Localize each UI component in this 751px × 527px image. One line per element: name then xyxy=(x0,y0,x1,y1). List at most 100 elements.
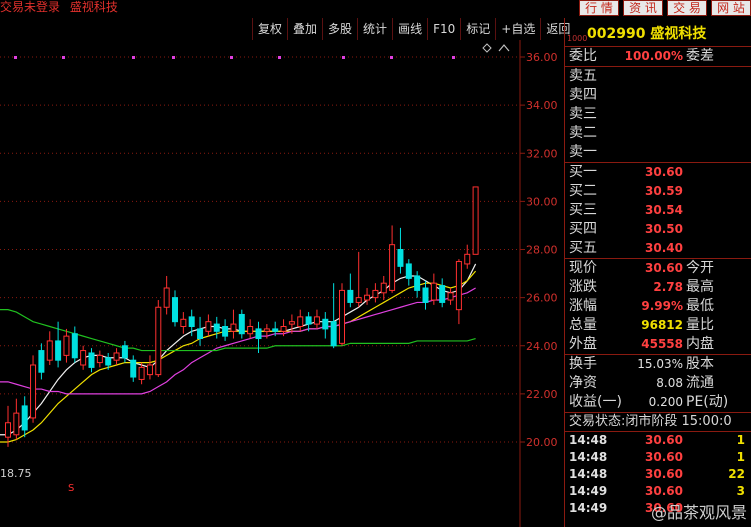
candle xyxy=(380,275,387,301)
sell-label: 卖五 xyxy=(569,68,597,84)
signal-dot xyxy=(342,56,345,59)
candle xyxy=(414,271,421,298)
candle xyxy=(422,280,429,310)
candle xyxy=(197,316,204,346)
buy-price: 30.60 xyxy=(645,165,683,179)
candle xyxy=(230,309,237,339)
tick-price: 30.60 xyxy=(645,433,683,447)
candle xyxy=(447,288,454,305)
candle xyxy=(38,343,45,380)
overlay-button[interactable]: 叠加 xyxy=(287,18,322,40)
stock-code-name[interactable]: 002990 盛视科技 xyxy=(587,23,706,43)
f10-button[interactable]: F10 xyxy=(427,18,460,40)
candle xyxy=(330,283,337,349)
candle xyxy=(372,283,379,303)
stat-label: 总量 xyxy=(569,317,597,333)
sell-row: 卖三 xyxy=(565,105,751,124)
y-tick-label: 20.00 xyxy=(526,436,558,449)
draw-line-button[interactable]: 画线 xyxy=(392,18,427,40)
signal-dot xyxy=(14,56,17,59)
stat-label: 涨跌 xyxy=(569,279,597,295)
y-tick-label: 36.00 xyxy=(526,51,558,64)
signal-dot xyxy=(172,56,175,59)
stat-row: 涨幅 9.99% 最低 xyxy=(565,297,751,316)
multi-stock-button[interactable]: 多股 xyxy=(322,18,357,40)
stock-name-title: 盛视科技 xyxy=(69,0,118,14)
candle xyxy=(113,348,120,365)
window-title: 交易未登录 盛视科技 xyxy=(0,0,124,15)
fund-label2: 股本 xyxy=(686,356,714,372)
buy-row: 买五 30.40 xyxy=(565,239,751,258)
candle xyxy=(21,396,28,438)
weibi-row: 委比 100.00% 委差 xyxy=(565,47,751,66)
candle xyxy=(313,309,320,329)
watermark: @品茶观风景 xyxy=(650,503,747,522)
candle xyxy=(13,398,20,440)
signal-marker: S xyxy=(68,483,74,494)
nav-news-button[interactable]: 资 讯 xyxy=(623,0,663,16)
fund-label2: 流通 xyxy=(686,375,714,391)
market-mark: 1000 xyxy=(567,34,588,43)
title-bar: 交易未登录 盛视科技 行 情 资 讯 交 易 网 站 xyxy=(0,0,751,17)
fund-value: 15.03% xyxy=(637,357,683,371)
candle xyxy=(322,312,329,339)
statistics-button[interactable]: 统计 xyxy=(357,18,392,40)
stat-row: 外盘 45558 内盘 xyxy=(565,335,751,354)
kline-chart[interactable]: 36.00 34.00 32.00 30.00 28.00 26.00 24.00 22.00… xyxy=(0,40,563,527)
fund-label2: PE(动) xyxy=(686,394,729,410)
chevron-up-icon[interactable] xyxy=(498,44,510,52)
tick-time: 14:48 xyxy=(569,433,608,447)
candle xyxy=(180,312,187,334)
sell-label: 卖二 xyxy=(569,125,597,141)
weibi-label: 委比 xyxy=(569,48,597,64)
nav-website-button[interactable]: 网 站 xyxy=(711,0,751,16)
weicha-label: 委差 xyxy=(686,48,714,64)
sell-row: 卖二 xyxy=(565,124,751,143)
add-watchlist-button[interactable]: +自选 xyxy=(495,18,540,40)
candle xyxy=(30,355,37,423)
nav-quotes-button[interactable]: 行 情 xyxy=(579,0,619,16)
candle xyxy=(146,355,153,380)
diamond-icon[interactable] xyxy=(482,43,492,53)
fund-value: 0.200 xyxy=(648,395,683,409)
candle xyxy=(439,278,446,308)
buy-label: 买五 xyxy=(569,240,597,256)
stat-value: 96812 xyxy=(641,318,683,332)
sell-label: 卖三 xyxy=(569,106,597,122)
y-tick-label: 32.00 xyxy=(526,147,558,160)
y-tick-label: 30.00 xyxy=(526,195,558,208)
stat-label2: 量比 xyxy=(686,317,714,333)
signal-dot xyxy=(278,56,281,59)
buy-row: 买三 30.54 xyxy=(565,201,751,220)
candle xyxy=(172,290,178,327)
trade-state: 交易状态:闭市阶段 15:00:0 xyxy=(569,414,732,429)
low-price-label: 18.75 xyxy=(0,467,32,480)
fund-row: 净资 8.08 流通 xyxy=(565,374,751,393)
tick-price: 30.60 xyxy=(645,450,683,464)
candle xyxy=(205,314,212,337)
candle xyxy=(5,405,11,447)
candle xyxy=(405,259,412,286)
tick-price: 30.60 xyxy=(645,484,683,498)
candle xyxy=(464,244,471,269)
tick-time: 14:48 xyxy=(569,450,608,464)
signal-dot xyxy=(132,56,135,59)
fund-row: 换手 15.03% 股本 xyxy=(565,355,751,374)
tick-time: 14:49 xyxy=(569,501,608,515)
candle xyxy=(347,273,354,308)
mark-button[interactable]: 标记 xyxy=(460,18,495,40)
quote-panel: 1000 002990 盛视科技 委比 100.00% 委差 卖五 卖四 卖三 … xyxy=(564,18,751,527)
candle xyxy=(238,309,245,339)
sell-row: 卖五 xyxy=(565,67,751,86)
fund-label: 换手 xyxy=(569,356,597,372)
stat-value: 45558 xyxy=(641,337,683,351)
tick-price: 30.60 xyxy=(645,467,683,481)
candle xyxy=(472,186,479,255)
buy-label: 买一 xyxy=(569,164,597,180)
adjust-button[interactable]: 复权 xyxy=(252,18,287,40)
candle xyxy=(155,300,162,378)
candle xyxy=(430,273,437,305)
stat-row: 总量 96812 量比 xyxy=(565,316,751,335)
sell-row: 卖一 xyxy=(565,143,751,162)
nav-trade-button[interactable]: 交 易 xyxy=(667,0,707,16)
